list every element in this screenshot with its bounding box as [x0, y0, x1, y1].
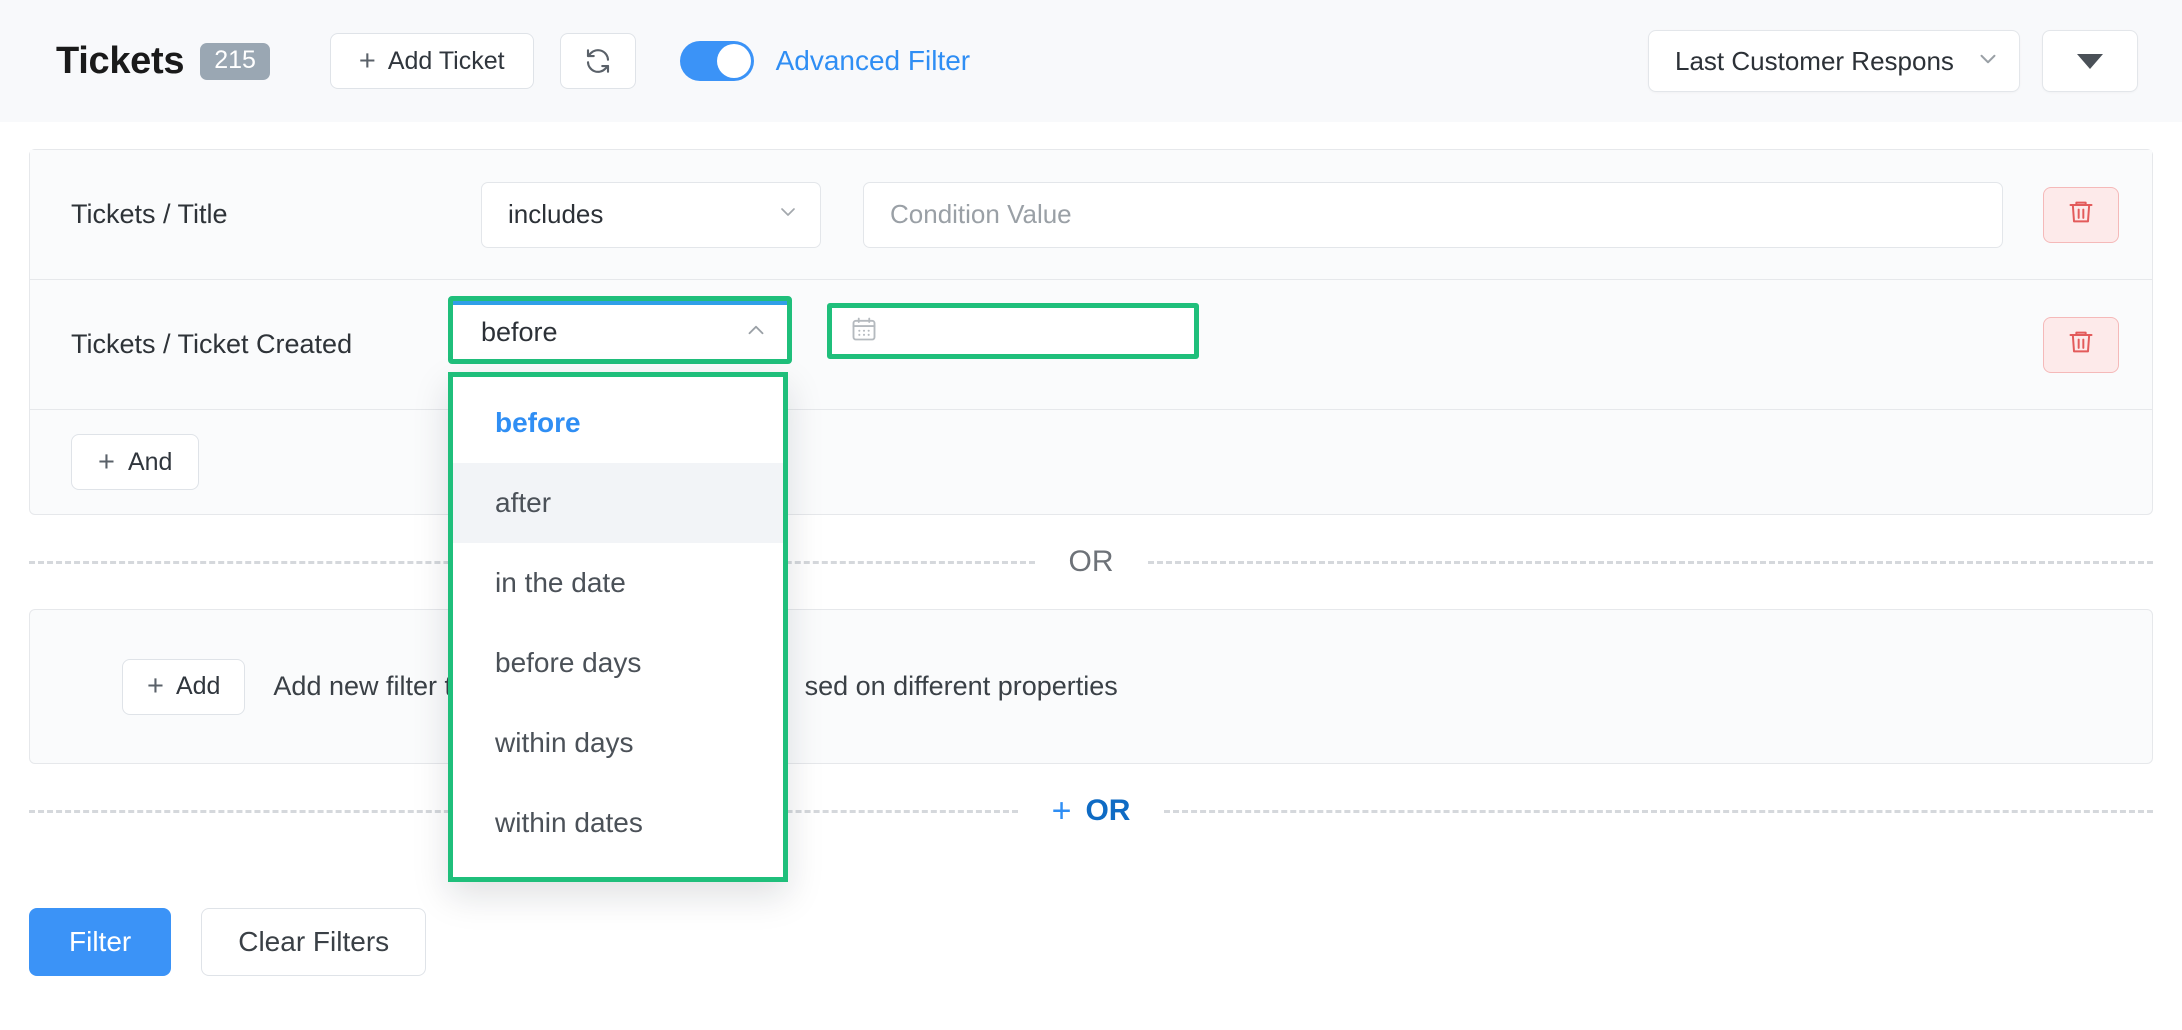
- operator-select-highlighted[interactable]: before: [448, 296, 792, 364]
- toggle-knob: [716, 44, 751, 78]
- condition-value-placeholder: Condition Value: [890, 199, 1072, 229]
- add-filter-panel: + Add Add new filter to na sed on differ…: [29, 609, 2153, 764]
- operator-select-value: includes: [508, 199, 604, 229]
- advanced-filter-toggle[interactable]: [679, 41, 754, 81]
- or-divider: OR: [29, 515, 2153, 609]
- chevron-up-icon: [743, 317, 769, 348]
- or-label: OR: [1068, 545, 1114, 578]
- and-button-label: And: [127, 447, 173, 476]
- dropdown-option-within-dates[interactable]: within dates: [453, 783, 783, 863]
- chevron-down-icon: [776, 200, 800, 229]
- view-options-button[interactable]: [2042, 30, 2138, 92]
- advanced-filter-label[interactable]: Advanced Filter: [776, 45, 971, 77]
- filter-row: Tickets / Title includes Condition Value: [30, 150, 2152, 280]
- operator-dropdown-menu[interactable]: before after in the date before days wit…: [448, 372, 788, 882]
- trash-icon: [2067, 328, 2095, 361]
- trash-icon: [2067, 198, 2095, 231]
- plus-icon: +: [98, 445, 115, 478]
- operator-select-inner[interactable]: before: [453, 301, 787, 359]
- top-toolbar: Tickets 215 + Add Ticket Advanced Filter: [0, 0, 2182, 122]
- add-and-condition-button[interactable]: + And: [71, 434, 200, 490]
- filter-builder: Tickets / Title includes Condition Value: [0, 122, 2182, 858]
- dropdown-option-before[interactable]: before: [453, 383, 783, 463]
- add-or-label: OR: [1085, 794, 1131, 827]
- add-or-button[interactable]: + OR: [1018, 794, 1165, 828]
- advanced-filter-toggle-group[interactable]: Advanced Filter: [679, 41, 971, 81]
- refresh-icon: [583, 46, 613, 76]
- filter-field-label: Tickets / Title: [71, 199, 228, 229]
- date-value-input-highlighted[interactable]: [827, 303, 1199, 359]
- add-filter-button[interactable]: + Add: [122, 658, 246, 715]
- operator-select[interactable]: includes: [481, 181, 821, 248]
- condition-value-input[interactable]: Condition Value: [863, 181, 2003, 248]
- divider-line-right: [1147, 560, 2153, 564]
- filter-button[interactable]: Filter: [29, 908, 172, 976]
- dropdown-option-within-days[interactable]: within days: [453, 703, 783, 783]
- delete-condition-button[interactable]: [2043, 316, 2119, 373]
- and-row: + And: [30, 410, 2152, 514]
- ticket-count-badge: 215: [200, 42, 270, 80]
- advanced-filter-screen: Tickets 215 + Add Ticket Advanced Filter: [0, 0, 2182, 1030]
- clear-filters-button[interactable]: Clear Filters: [201, 908, 427, 976]
- view-select[interactable]: Last Customer Respons: [1648, 30, 2020, 92]
- caret-down-icon: [2077, 53, 2103, 69]
- footer-actions: Filter Clear Filters: [29, 908, 427, 976]
- toolbar-right-group: Last Customer Respons: [1648, 30, 2138, 92]
- add-ticket-button[interactable]: + Add Ticket: [329, 33, 534, 89]
- calendar-icon: [850, 315, 878, 348]
- add-filter-hint-suffix: sed on different properties: [804, 671, 1118, 701]
- delete-condition-button[interactable]: [2043, 186, 2119, 243]
- add-or-divider: + OR: [29, 764, 2154, 858]
- plus-icon: +: [147, 670, 164, 702]
- refresh-button[interactable]: [559, 33, 636, 89]
- operator-select-value: before: [481, 316, 558, 347]
- dropdown-option-after[interactable]: after: [453, 463, 783, 543]
- view-select-value: Last Customer Respons: [1675, 45, 1954, 76]
- add-filter-button-label: Add: [175, 672, 221, 700]
- chevron-down-icon: [1975, 46, 2001, 77]
- plus-icon: +: [358, 44, 376, 77]
- divider-line-right: [1164, 809, 2154, 813]
- page-title: Tickets: [56, 39, 185, 82]
- dropdown-option-in-the-date[interactable]: in the date: [453, 543, 783, 623]
- add-ticket-label: Add Ticket: [387, 46, 505, 75]
- plus-icon: +: [1051, 792, 1072, 830]
- dropdown-option-before-days[interactable]: before days: [453, 623, 783, 703]
- filter-field-label: Tickets / Ticket Created: [71, 329, 353, 359]
